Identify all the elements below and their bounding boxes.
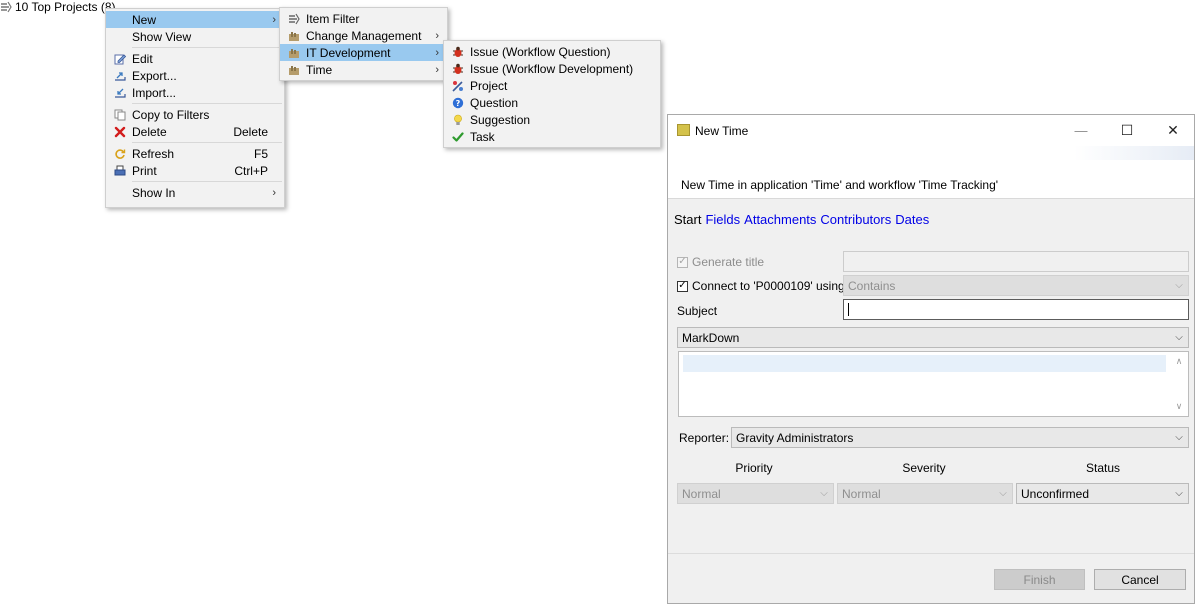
svg-text:?: ?: [456, 99, 461, 108]
priority-select[interactable]: Normal ⌵: [677, 483, 834, 504]
subject-label: Subject: [677, 304, 718, 318]
tab-attachments[interactable]: Attachments: [744, 212, 816, 227]
finish-button[interactable]: Finish: [994, 569, 1085, 590]
submenu-item-task[interactable]: Task: [444, 128, 660, 145]
menu-separator: [132, 47, 282, 48]
header-banner: [1074, 146, 1194, 160]
menu-item-new[interactable]: New ›: [106, 11, 284, 28]
minimize-button[interactable]: —: [1058, 115, 1104, 146]
menu-separator: [132, 142, 282, 143]
tree-node-icon: [0, 1, 12, 13]
menu-item-export[interactable]: Export...: [106, 67, 284, 84]
submenu-item-project[interactable]: Project: [444, 77, 660, 94]
new-submenu: Item Filter Change Management › IT Devel…: [279, 7, 448, 81]
print-icon: [109, 165, 131, 177]
menu-item-edit[interactable]: Edit: [106, 50, 284, 67]
tab-fields[interactable]: Fields: [705, 212, 740, 227]
submenu-item-suggestion[interactable]: Suggestion: [444, 111, 660, 128]
reporter-label: Reporter:: [679, 431, 730, 445]
folder-icon: [283, 64, 305, 76]
status-select[interactable]: Unconfirmed ⌵: [1016, 483, 1189, 504]
severity-select[interactable]: Normal ⌵: [837, 483, 1013, 504]
subject-input[interactable]: [843, 299, 1189, 320]
editor-scrollbar[interactable]: ∧ ∨: [1170, 352, 1188, 416]
question-icon: ?: [447, 97, 469, 109]
menu-item-refresh[interactable]: Refresh F5: [106, 145, 284, 162]
chevron-right-icon: ›: [272, 186, 276, 199]
text-cursor: [848, 303, 849, 316]
generate-title-checkbox[interactable]: ✓ Generate title: [677, 255, 764, 269]
maximize-button[interactable]: ☐: [1104, 115, 1150, 146]
submenu-item-change-management[interactable]: Change Management ›: [280, 27, 447, 44]
copy-icon: [109, 109, 131, 121]
export-icon: [109, 70, 131, 82]
menu-item-show-view[interactable]: Show View: [106, 28, 284, 45]
status-label: Status: [1085, 461, 1121, 475]
dialog-titlebar: New Time — ☐ ✕: [668, 115, 1194, 146]
folder-icon: [283, 47, 305, 59]
chevron-down-icon: ⌵: [1175, 488, 1183, 499]
dialog-header-text: New Time in application 'Time' and workf…: [681, 178, 999, 192]
footer-separator: [668, 553, 1194, 554]
connect-mode-select[interactable]: Contains ⌵: [843, 275, 1189, 296]
new-time-dialog: New Time — ☐ ✕ New Time in application '…: [667, 114, 1195, 604]
menu-item-copy-to-filters[interactable]: Copy to Filters: [106, 106, 284, 123]
chevron-down-icon: ⌵: [820, 488, 828, 499]
editor-current-line: [683, 355, 1166, 372]
delete-icon: [109, 126, 131, 138]
chevron-down-icon: ⌵: [1175, 332, 1183, 343]
tab-dates[interactable]: Dates: [895, 212, 929, 227]
scroll-up-icon: ∧: [1175, 356, 1183, 366]
bug-icon: [447, 46, 469, 58]
submenu-item-it-development[interactable]: IT Development ›: [280, 44, 447, 61]
close-icon: ✕: [1167, 122, 1179, 138]
submenu-item-item-filter[interactable]: Item Filter: [280, 10, 447, 27]
reporter-select[interactable]: Gravity Administrators ⌵: [731, 427, 1189, 448]
generate-title-input: [843, 251, 1189, 272]
folder-icon: [283, 30, 305, 42]
submenu-item-issue-workflow-development[interactable]: Issue (Workflow Development): [444, 60, 660, 77]
cancel-button[interactable]: Cancel: [1094, 569, 1186, 590]
dialog-title: New Time: [695, 124, 749, 138]
submenu-item-issue-workflow-question[interactable]: Issue (Workflow Question): [444, 43, 660, 60]
context-menu: New › Show View Edit Export... Import...…: [105, 8, 285, 208]
refresh-icon: [109, 148, 131, 160]
checkbox-check-icon: ✓: [677, 280, 688, 292]
tab-start[interactable]: Start: [674, 212, 701, 227]
menu-separator: [132, 103, 282, 104]
chevron-down-icon: ⌵: [1175, 432, 1183, 443]
format-select[interactable]: MarkDown ⌵: [677, 327, 1189, 348]
minimize-icon: —: [1074, 123, 1088, 138]
menu-item-delete[interactable]: Delete Delete: [106, 123, 284, 140]
menu-item-show-in[interactable]: Show In ›: [106, 184, 284, 201]
import-icon: [109, 87, 131, 99]
dialog-tabs: Start Fields Attachments Contributors Da…: [674, 212, 929, 227]
scroll-down-icon: ∨: [1175, 401, 1183, 411]
menu-separator: [132, 181, 282, 182]
dialog-app-icon: [677, 124, 690, 136]
it-development-submenu: Issue (Workflow Question) Issue (Workflo…: [443, 40, 661, 148]
edit-icon: [109, 53, 131, 65]
tree-node-label: 10 Top Projects (8): [15, 0, 116, 14]
maximize-icon: ☐: [1120, 122, 1134, 138]
checkbox-check-icon: ✓: [677, 256, 688, 268]
submenu-item-time[interactable]: Time ›: [280, 61, 447, 78]
chevron-down-icon: ⌵: [1175, 280, 1183, 291]
project-icon: [447, 80, 469, 92]
lightbulb-icon: [447, 114, 469, 126]
tab-contributors[interactable]: Contributors: [820, 212, 891, 227]
menu-item-print[interactable]: Print Ctrl+P: [106, 162, 284, 179]
chevron-down-icon: ⌵: [999, 488, 1007, 499]
priority-label: Priority: [735, 461, 773, 475]
submenu-item-question[interactable]: ? Question: [444, 94, 660, 111]
bug-icon: [447, 63, 469, 75]
menu-item-import[interactable]: Import...: [106, 84, 284, 101]
severity-label: Severity: [902, 461, 946, 475]
close-button[interactable]: ✕: [1150, 115, 1196, 146]
connect-checkbox[interactable]: ✓ Connect to 'P0000109' using:: [677, 279, 848, 293]
description-editor[interactable]: ∧ ∨: [678, 351, 1189, 417]
filter-icon: [283, 13, 305, 25]
tree-node-top-projects[interactable]: 10 Top Projects (8): [0, 0, 116, 14]
check-icon: [447, 131, 469, 143]
